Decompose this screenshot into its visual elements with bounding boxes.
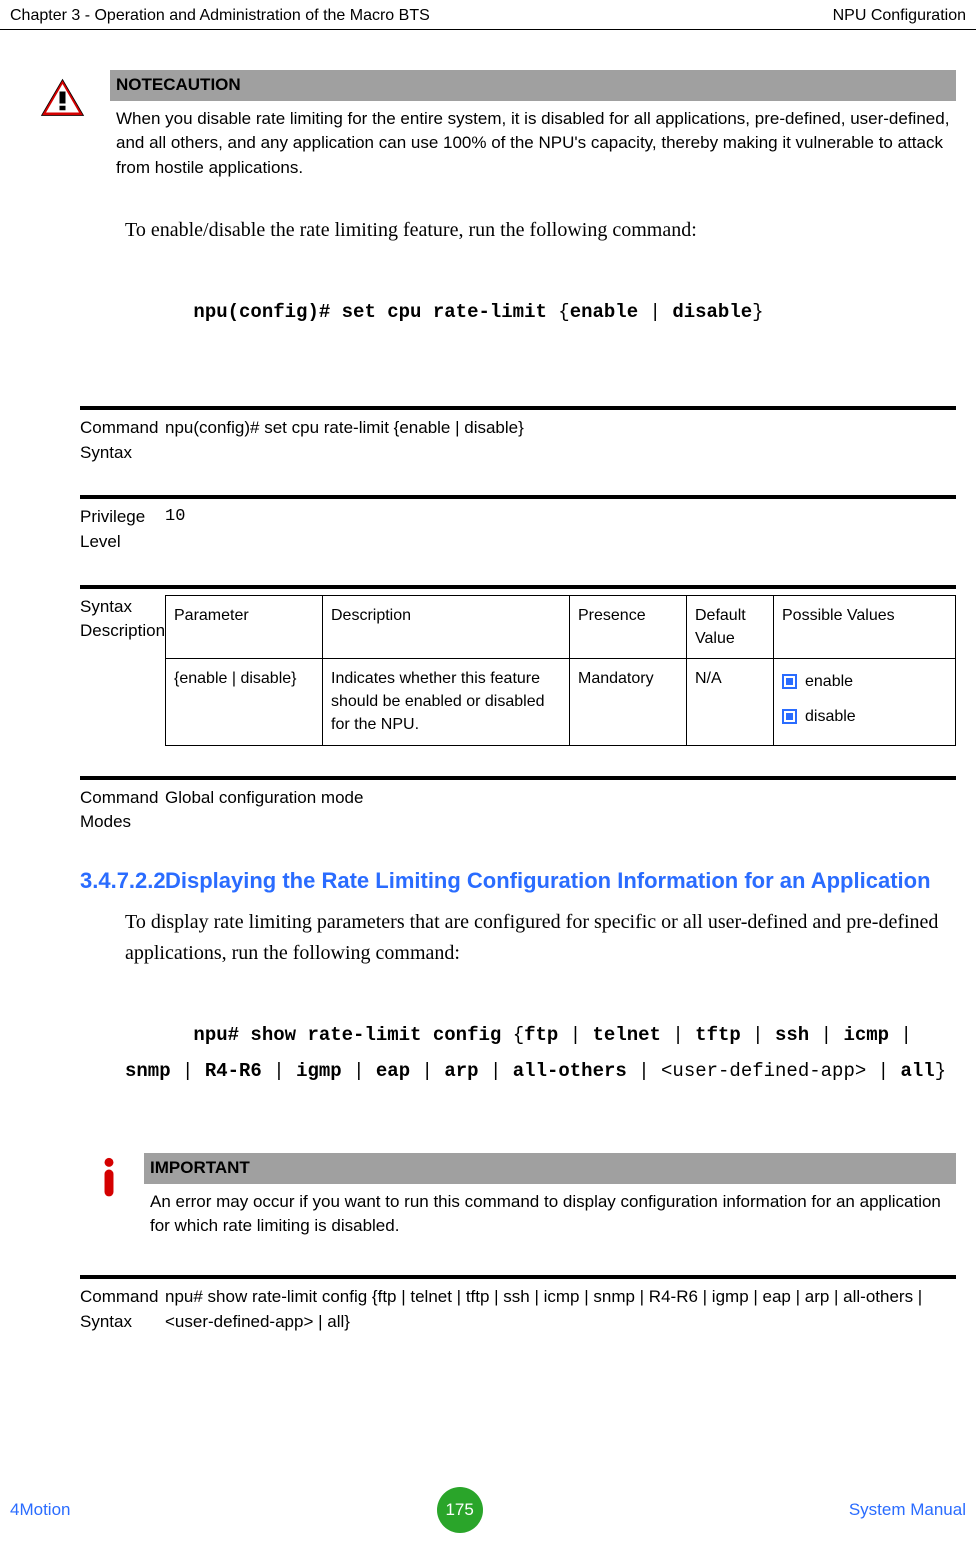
- header-left: Chapter 3 - Operation and Administration…: [10, 4, 430, 27]
- footer-left: 4Motion: [10, 1498, 70, 1523]
- opt: R4-R6: [205, 1060, 262, 1082]
- important-title: IMPORTANT: [144, 1153, 956, 1184]
- pipe: |: [627, 1060, 661, 1082]
- important-block: IMPORTANT An error may occur if you want…: [100, 1153, 956, 1245]
- cell-param: {enable | disable}: [166, 658, 323, 745]
- opt: icmp: [843, 1024, 889, 1046]
- note-title: NOTECAUTION: [110, 70, 956, 101]
- privilege-level-row: Privilege Level 10: [80, 495, 956, 554]
- opt: snmp: [125, 1060, 171, 1082]
- info-icon: [100, 1157, 122, 1200]
- brace-close: }: [935, 1060, 946, 1082]
- cmd-opt-enable: enable: [570, 301, 638, 323]
- brace-open: {: [558, 301, 569, 323]
- opt-all: all: [900, 1060, 934, 1082]
- opt-user-app: <user-defined-app>: [661, 1060, 866, 1082]
- section-command: npu# show rate-limit config {ftp | telne…: [125, 981, 956, 1125]
- intro-command: npu(config)# set cpu rate-limit {enable …: [125, 258, 956, 366]
- command-syntax-row-2: Command Syntax npu# show rate-limit conf…: [80, 1275, 956, 1334]
- poss-enable: enable: [805, 673, 853, 690]
- section-number: 3.4.7.2.2: [80, 865, 165, 897]
- poss-disable: disable: [805, 708, 856, 725]
- cmd-prefix: npu# show rate-limit config: [193, 1024, 512, 1046]
- privilege-level-value: 10: [165, 505, 956, 554]
- command-syntax-label: Command Syntax: [80, 416, 165, 465]
- opt: igmp: [296, 1060, 342, 1082]
- page-header: Chapter 3 - Operation and Administration…: [0, 0, 976, 30]
- privilege-level-label: Privilege Level: [80, 505, 165, 554]
- opt: eap: [376, 1060, 410, 1082]
- pipe: |: [741, 1024, 775, 1046]
- pipe: |: [866, 1060, 900, 1082]
- section-heading: 3.4.7.2.2 Displaying the Rate Limiting C…: [80, 865, 956, 897]
- cell-desc: Indicates whether this feature should be…: [323, 658, 570, 745]
- pipe: |: [410, 1060, 444, 1082]
- opt: ssh: [775, 1024, 809, 1046]
- cell-pres: Mandatory: [570, 658, 687, 745]
- opt: ftp: [524, 1024, 558, 1046]
- cmd-prefix: npu(config)# set cpu rate-limit: [193, 301, 558, 323]
- note-body: When you disable rate limiting for the e…: [110, 101, 956, 187]
- pipe: |: [661, 1024, 695, 1046]
- section-title: Displaying the Rate Limiting Configurati…: [165, 865, 956, 897]
- command-modes-value: Global configuration mode: [165, 786, 956, 835]
- cell-def: N/A: [687, 658, 774, 745]
- command-modes-label: Command Modes: [80, 786, 165, 835]
- cmd-pipe: |: [638, 301, 672, 323]
- opt: telnet: [593, 1024, 661, 1046]
- opt: arp: [444, 1060, 478, 1082]
- cell-poss: enable disable: [774, 658, 956, 745]
- pipe: |: [342, 1060, 376, 1082]
- table-row: {enable | disable} Indicates whether thi…: [166, 658, 956, 745]
- header-right: NPU Configuration: [833, 4, 966, 27]
- intro-line: To enable/disable the rate limiting feat…: [125, 215, 956, 246]
- brace-close: }: [752, 301, 763, 323]
- syntax-description-label: Syntax Description: [80, 595, 165, 746]
- section-body: To display rate limiting parameters that…: [125, 907, 956, 969]
- opt: tftp: [695, 1024, 741, 1046]
- page-footer: 4Motion 175 System Manual: [0, 1487, 976, 1533]
- pipe: |: [262, 1060, 296, 1082]
- command-syntax-label-2: Command Syntax: [80, 1285, 165, 1334]
- square-bullet-icon: [782, 709, 797, 724]
- col-possible: Possible Values: [774, 595, 956, 658]
- col-parameter: Parameter: [166, 595, 323, 658]
- command-modes-row: Command Modes Global configuration mode: [80, 776, 956, 835]
- pipe: |: [479, 1060, 513, 1082]
- syntax-description-row: Syntax Description Parameter Description…: [80, 585, 956, 746]
- command-syntax-value-2: npu# show rate-limit config {ftp | telne…: [165, 1285, 956, 1334]
- opt: all-others: [513, 1060, 627, 1082]
- col-presence: Presence: [570, 595, 687, 658]
- syntax-table: Parameter Description Presence Default V…: [165, 595, 956, 746]
- important-body: An error may occur if you want to run th…: [144, 1184, 956, 1245]
- table-header-row: Parameter Description Presence Default V…: [166, 595, 956, 658]
- brace-open: {: [513, 1024, 524, 1046]
- col-description: Description: [323, 595, 570, 658]
- command-syntax-row: Command Syntax npu(config)# set cpu rate…: [80, 406, 956, 465]
- square-bullet-icon: [782, 674, 797, 689]
- warning-icon: [40, 78, 85, 117]
- footer-right: System Manual: [849, 1498, 966, 1523]
- command-syntax-value: npu(config)# set cpu rate-limit {enable …: [165, 416, 956, 465]
- pipe: |: [809, 1024, 843, 1046]
- pipe: |: [889, 1024, 923, 1046]
- page-number-badge: 175: [437, 1487, 483, 1533]
- cmd-opt-disable: disable: [672, 301, 752, 323]
- col-default: Default Value: [687, 595, 774, 658]
- pipe: |: [171, 1060, 205, 1082]
- pipe: |: [558, 1024, 592, 1046]
- note-caution-block: NOTECAUTION When you disable rate limiti…: [40, 70, 956, 187]
